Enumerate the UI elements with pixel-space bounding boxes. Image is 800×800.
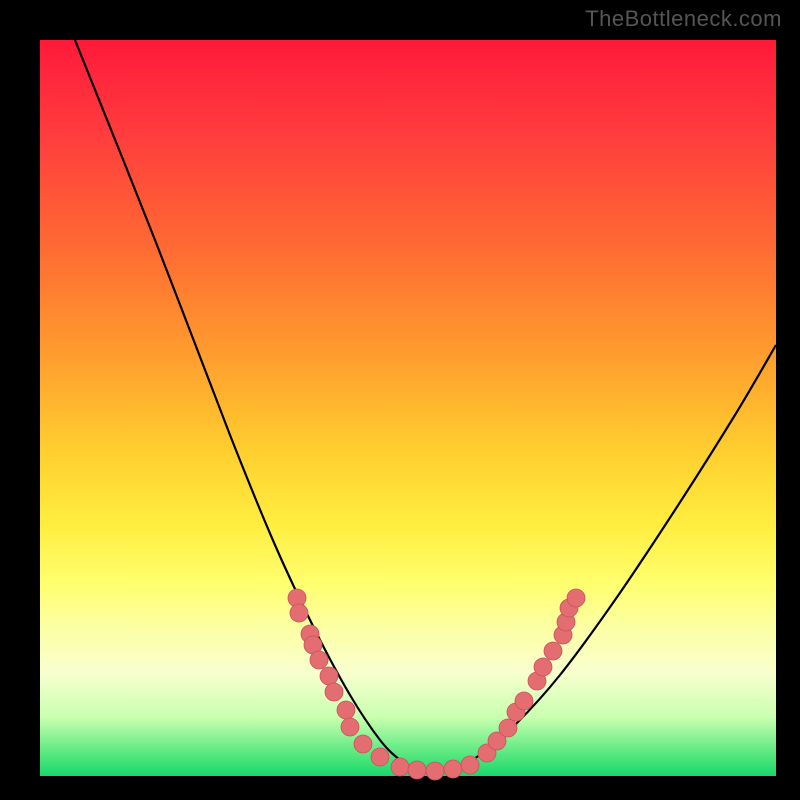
data-point xyxy=(325,683,343,701)
data-point xyxy=(515,692,533,710)
data-point xyxy=(290,604,308,622)
chart-frame: TheBottleneck.com xyxy=(0,0,800,800)
data-point xyxy=(371,748,389,766)
data-point xyxy=(391,758,409,776)
data-point xyxy=(320,667,338,685)
data-point xyxy=(534,658,552,676)
data-points xyxy=(288,589,585,780)
bottleneck-curve xyxy=(75,40,776,770)
data-point xyxy=(426,762,444,780)
data-point xyxy=(461,756,479,774)
curve-layer xyxy=(40,40,776,776)
plot-area xyxy=(40,40,776,776)
data-point xyxy=(310,651,328,669)
data-point xyxy=(337,701,355,719)
data-point xyxy=(544,642,562,660)
data-point xyxy=(567,589,585,607)
data-point xyxy=(354,735,372,753)
data-point xyxy=(341,718,359,736)
data-point xyxy=(499,719,517,737)
data-point xyxy=(444,760,462,778)
watermark-text: TheBottleneck.com xyxy=(585,6,782,32)
data-point xyxy=(408,761,426,779)
